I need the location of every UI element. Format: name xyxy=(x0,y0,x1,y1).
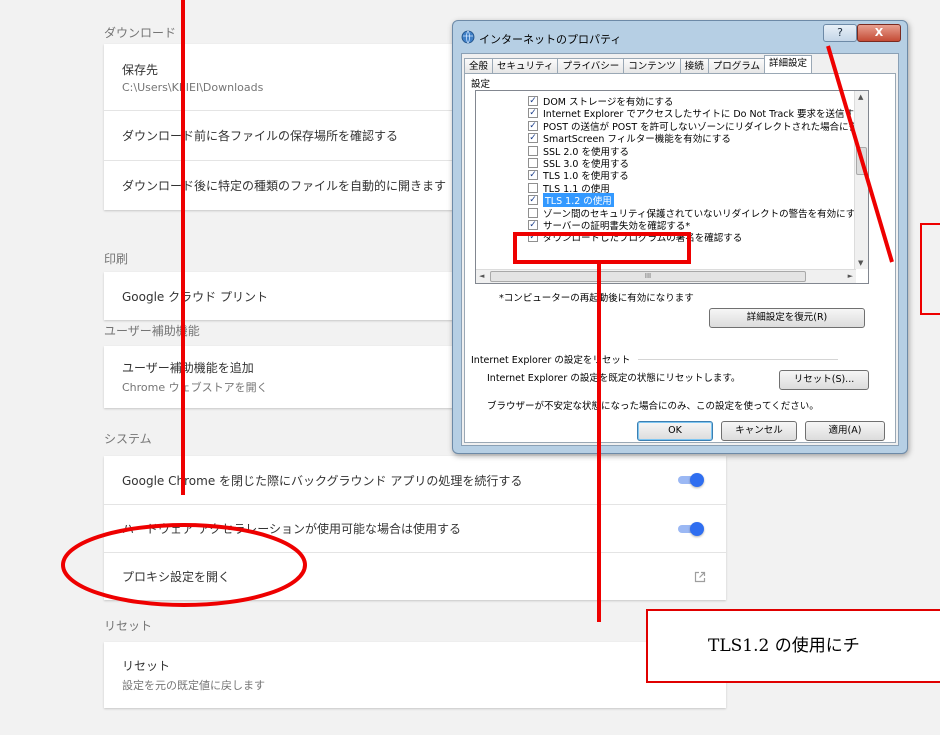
annotation-box-right xyxy=(920,223,940,315)
annotation-arrow-line-tab xyxy=(826,45,894,263)
annotation-circle-proxy xyxy=(61,523,307,607)
tab-advanced[interactable]: 詳細設定 xyxy=(764,55,813,73)
annotation-box-tls12 xyxy=(513,232,691,264)
annotation-callout: TLS1.2 の使用にチ xyxy=(646,609,940,683)
